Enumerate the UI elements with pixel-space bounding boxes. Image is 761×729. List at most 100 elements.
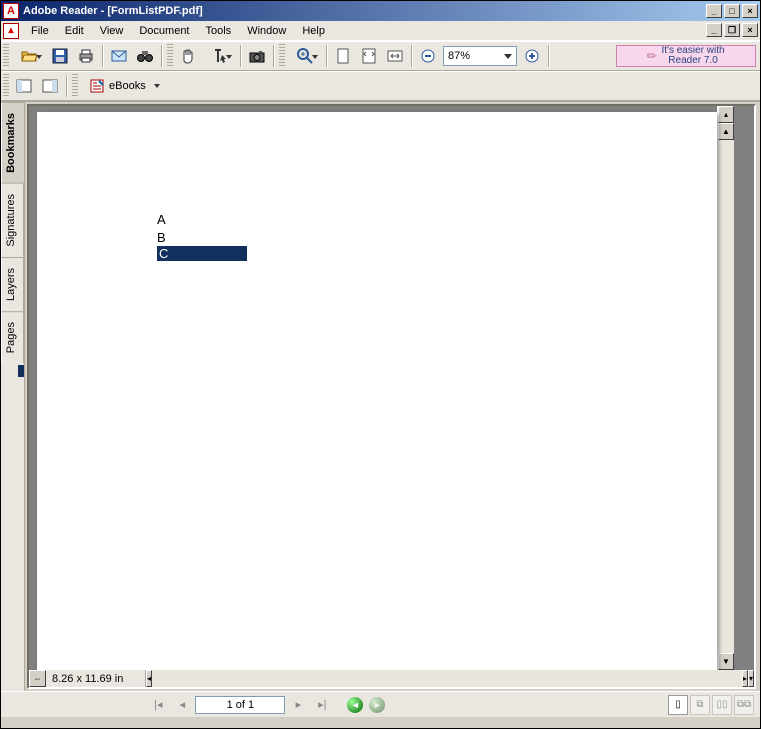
tab-layers[interactable]: Layers — [1, 257, 24, 311]
menu-edit[interactable]: Edit — [57, 23, 92, 39]
text-select-icon — [211, 48, 227, 64]
toolbar-separator — [240, 45, 241, 67]
toolbar-separator — [548, 45, 549, 67]
mdi-close-button[interactable]: × — [742, 23, 758, 37]
toolbar-grip[interactable] — [279, 44, 285, 68]
first-page-button[interactable]: |◂ — [147, 695, 169, 715]
list-item-selected[interactable]: C — [157, 246, 247, 261]
fit-page-icon — [361, 48, 377, 64]
zoom-combo[interactable] — [443, 46, 517, 66]
nav-pane-button-1[interactable] — [12, 74, 36, 98]
toolbar-grip[interactable] — [3, 44, 9, 68]
quill-icon: ✎ — [645, 49, 659, 63]
toggle-size-button[interactable]: ⇔ — [29, 670, 46, 687]
next-page-button[interactable]: ▸ — [287, 695, 309, 715]
menu-help[interactable]: Help — [294, 23, 333, 39]
layout-cluster: ▯ ⧉ ▯▯ ⧉⧉ — [668, 695, 754, 715]
prev-page-button[interactable]: ◂ — [171, 695, 193, 715]
single-page-button[interactable]: ▯ — [668, 695, 688, 715]
page-indicator-text: 1 of 1 — [227, 699, 255, 711]
select-tool-button[interactable] — [202, 44, 236, 68]
mdi-restore-button[interactable]: ❐ — [724, 23, 740, 37]
camera-icon — [249, 48, 265, 64]
open-button[interactable] — [12, 44, 46, 68]
promo-banner[interactable]: ✎ It's easier withReader 7.0 — [616, 45, 756, 67]
toolbar-separator — [411, 45, 412, 67]
email-button[interactable] — [107, 44, 131, 68]
scroll-down-button[interactable]: ▼ — [718, 653, 734, 670]
nav-panel-tabs: Bookmarks Signatures Layers Pages — [1, 102, 25, 691]
menu-file[interactable]: File — [23, 23, 57, 39]
continuous-facing-button[interactable]: ⧉⧉ — [734, 695, 754, 715]
promo-text: It's easier withReader 7.0 — [662, 46, 725, 66]
snapshot-tool-button[interactable] — [245, 44, 269, 68]
scroll-up-button-alt[interactable]: ▲ — [718, 123, 734, 140]
tab-bookmarks[interactable]: Bookmarks — [1, 102, 24, 183]
fit-width-icon — [387, 48, 403, 64]
ebooks-button[interactable]: eBooks — [82, 75, 167, 97]
page-indicator[interactable]: 1 of 1 — [195, 696, 285, 714]
maximize-button[interactable]: □ — [724, 4, 740, 18]
magnifier-plus-icon — [297, 48, 313, 64]
previous-view-button[interactable]: ◄ — [347, 697, 363, 713]
zoom-input[interactable] — [448, 50, 498, 62]
toolbar-row-1: ✎ It's easier withReader 7.0 — [1, 41, 760, 71]
plus-circle-icon — [524, 48, 540, 64]
zoom-in-tool-button[interactable] — [288, 44, 322, 68]
pdf-page[interactable]: A B C — [37, 112, 717, 670]
ebooks-label: eBooks — [109, 80, 146, 92]
app-icon: A — [3, 3, 19, 19]
folder-open-icon — [21, 48, 37, 64]
list-item[interactable]: A — [157, 212, 166, 227]
toolbar-grip[interactable] — [72, 74, 78, 98]
nav-splitter-handle[interactable] — [18, 365, 24, 377]
facing-button[interactable]: ▯▯ — [712, 695, 732, 715]
toolbar-grip[interactable] — [3, 74, 9, 98]
mdi-minimize-button[interactable]: _ — [706, 23, 722, 37]
titlebar: A Adobe Reader - [FormListPDF.pdf] _ □ × — [1, 1, 760, 21]
continuous-button[interactable]: ⧉ — [690, 695, 710, 715]
toolbar-grip[interactable] — [167, 44, 173, 68]
fit-page-button[interactable] — [357, 44, 381, 68]
page-icon — [335, 48, 351, 64]
scroll-down-corner[interactable]: ▾ — [748, 670, 754, 687]
ebook-icon — [89, 78, 105, 94]
menu-tools[interactable]: Tools — [198, 23, 240, 39]
toolbar-separator — [273, 45, 274, 67]
search-button[interactable] — [133, 44, 157, 68]
menu-view[interactable]: View — [92, 23, 132, 39]
menubar: ▴ File Edit View Document Tools Window H… — [1, 21, 760, 41]
toolbar-separator — [66, 75, 67, 97]
toolbars: ✎ It's easier withReader 7.0 eBooks — [1, 41, 760, 101]
nav-stub — [1, 377, 24, 691]
vertical-scrollbar[interactable]: ▴ ▲ ▼ — [717, 106, 734, 670]
hand-tool-button[interactable] — [176, 44, 200, 68]
toolbar-separator — [102, 45, 103, 67]
hscroll-track[interactable] — [152, 670, 742, 687]
print-button[interactable] — [74, 44, 98, 68]
fit-width-button[interactable] — [383, 44, 407, 68]
close-button[interactable]: × — [742, 4, 758, 18]
save-button[interactable] — [48, 44, 72, 68]
zoom-in-button[interactable] — [520, 44, 544, 68]
list-item[interactable]: B — [157, 230, 166, 245]
pane-right-icon — [42, 78, 58, 94]
scroll-track[interactable] — [718, 140, 734, 653]
minus-circle-icon — [420, 48, 436, 64]
page-dimensions: 8.26 x 11.69 in — [46, 670, 146, 687]
next-view-button[interactable]: ► — [369, 697, 385, 713]
nav-pane-button-2[interactable] — [38, 74, 62, 98]
minimize-button[interactable]: _ — [706, 4, 722, 18]
document-scroll[interactable]: A B C ▴ ▲ ▼ — [29, 106, 754, 670]
document-icon[interactable]: ▴ — [3, 23, 19, 39]
menu-document[interactable]: Document — [131, 23, 197, 39]
last-page-button[interactable]: ▸| — [311, 695, 333, 715]
tab-signatures[interactable]: Signatures — [1, 183, 24, 257]
main-area: Bookmarks Signatures Layers Pages A B C … — [1, 101, 760, 691]
zoom-out-button[interactable] — [416, 44, 440, 68]
scroll-up-button[interactable]: ▴ — [718, 106, 734, 123]
tab-pages[interactable]: Pages — [1, 311, 24, 363]
menu-window[interactable]: Window — [239, 23, 294, 39]
actual-size-button[interactable] — [331, 44, 355, 68]
toolbar-separator — [326, 45, 327, 67]
